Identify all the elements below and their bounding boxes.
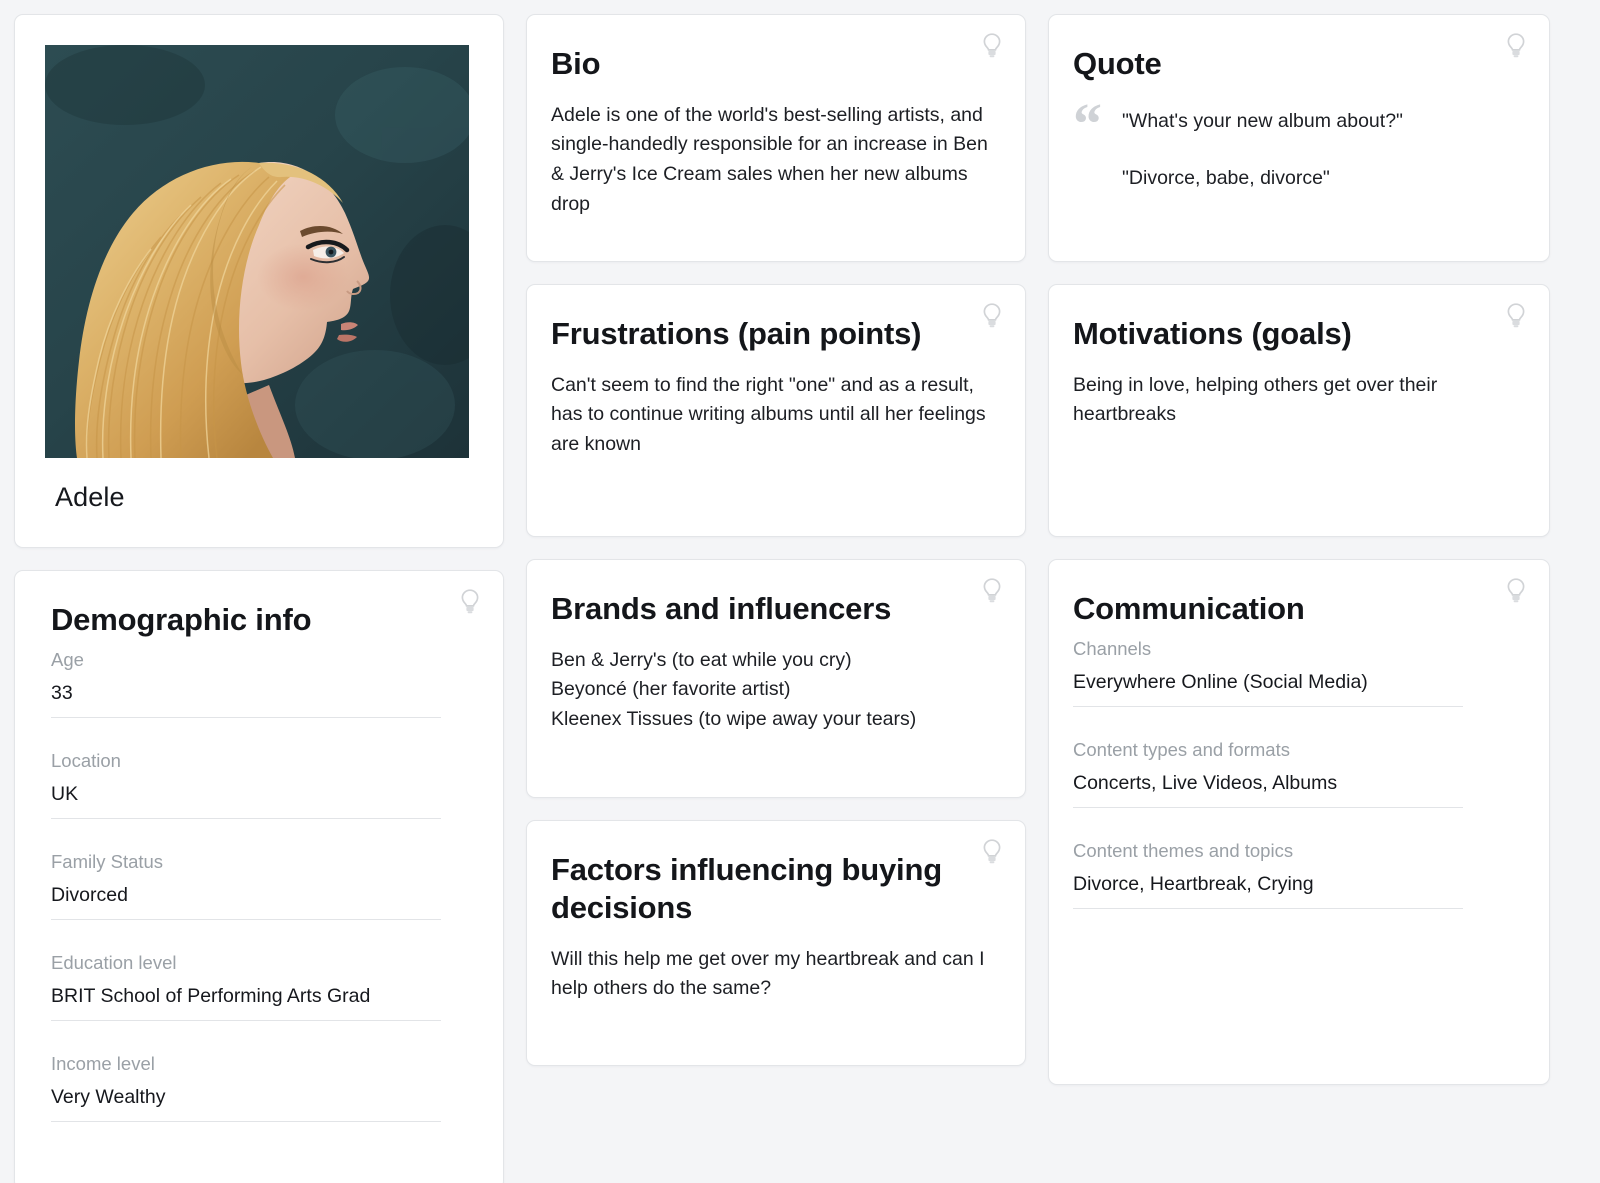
middle-column: Bio Adele is one of the world's best-sel… xyxy=(526,14,1026,1066)
communication-card[interactable]: Communication Channels Everywhere Online… xyxy=(1048,559,1550,1085)
card-body: Adele is one of the world's best-selling… xyxy=(551,103,988,215)
field-row[interactable]: Family Status Divorced xyxy=(51,851,441,926)
lightbulb-icon[interactable] xyxy=(1503,576,1529,606)
factors-influencing-buying-decisions-card[interactable]: Factors influencing buying decisions Wil… xyxy=(526,820,1026,1066)
lightbulb-icon[interactable] xyxy=(457,587,483,617)
field-row[interactable]: Education level BRIT School of Performin… xyxy=(51,952,441,1027)
quote-lines: "What's your new album about?" "Divorce,… xyxy=(1122,101,1403,194)
lightbulb-icon[interactable] xyxy=(1503,31,1529,61)
field-row[interactable]: Income level Very Wealthy xyxy=(51,1053,441,1128)
lightbulb-icon[interactable] xyxy=(979,837,1005,867)
card-title: Factors influencing buying decisions xyxy=(551,852,942,925)
field-value: Everywhere Online (Social Media) xyxy=(1073,671,1463,707)
card-body: Will this help me get over my heartbreak… xyxy=(551,947,985,1000)
field-label: Content themes and topics xyxy=(1073,839,1294,861)
field-row[interactable]: Channels Everywhere Online (Social Media… xyxy=(1073,638,1463,713)
card-title: Bio xyxy=(551,46,601,81)
field-value: Concerts, Live Videos, Albums xyxy=(1073,772,1463,808)
lightbulb-icon[interactable] xyxy=(979,301,1005,331)
field-row[interactable]: Content themes and topics Divorce, Heart… xyxy=(1073,840,1463,915)
card-title: Demographic info xyxy=(51,602,312,637)
card-title: Motivations (goals) xyxy=(1073,316,1352,351)
card-title: Communication xyxy=(1073,591,1305,626)
brands-and-influencers-card[interactable]: Brands and influencers Ben & Jerry's (to… xyxy=(526,559,1026,798)
persona-board: Adele Demographic info Age 33 Location U… xyxy=(0,0,1600,1183)
field-label: Income level xyxy=(51,1052,155,1074)
card-title: Frustrations (pain points) xyxy=(551,316,922,351)
card-body: Ben & Jerry's (to eat while you cry) Bey… xyxy=(551,648,917,731)
card-title: Brands and influencers xyxy=(551,591,892,626)
demographic-info-card[interactable]: Demographic info Age 33 Location UK Fami… xyxy=(14,570,504,1183)
persona-photo xyxy=(45,45,469,458)
field-label: Channels xyxy=(1073,637,1152,659)
field-label: Age xyxy=(51,648,84,670)
field-row[interactable]: Content types and formats Concerts, Live… xyxy=(1073,739,1463,814)
quote-line-2: "Divorce, babe, divorce" xyxy=(1122,167,1330,190)
portrait-illustration xyxy=(45,45,469,458)
field-value: Divorced xyxy=(51,884,441,920)
field-row[interactable]: Location UK xyxy=(51,750,441,825)
motivations-card[interactable]: Motivations (goals) Being in love, helpi… xyxy=(1048,284,1550,537)
field-value: Very Wealthy xyxy=(51,1086,441,1122)
bio-card[interactable]: Bio Adele is one of the world's best-sel… xyxy=(526,14,1026,262)
demographic-fields: Age 33 Location UK Family Status Divorce… xyxy=(51,649,441,1128)
right-column: Quote “ "What's your new album about?" "… xyxy=(1048,14,1550,1085)
frustrations-card[interactable]: Frustrations (pain points) Can't seem to… xyxy=(526,284,1026,537)
quote-card[interactable]: Quote “ "What's your new album about?" "… xyxy=(1048,14,1550,262)
quote-mark-icon: “ xyxy=(1073,90,1102,156)
card-body: Can't seem to find the right "one" and a… xyxy=(551,373,986,456)
persona-photo-card[interactable]: Adele xyxy=(14,14,504,548)
card-title: Quote xyxy=(1073,46,1162,81)
field-label: Location xyxy=(51,749,121,771)
field-value: Divorce, Heartbreak, Crying xyxy=(1073,873,1463,909)
quote-line-1: "What's your new album about?" xyxy=(1122,109,1403,132)
field-value: 33 xyxy=(51,682,441,718)
field-value: BRIT School of Performing Arts Grad xyxy=(51,985,441,1021)
card-body: Being in love, helping others get over t… xyxy=(1073,373,1438,426)
lightbulb-icon[interactable] xyxy=(1503,301,1529,331)
field-row[interactable]: Age 33 xyxy=(51,649,441,724)
lightbulb-icon[interactable] xyxy=(979,576,1005,606)
field-label: Family Status xyxy=(51,850,164,872)
persona-name: Adele xyxy=(55,482,125,512)
lightbulb-icon[interactable] xyxy=(979,31,1005,61)
field-value: UK xyxy=(51,783,441,819)
left-column: Adele Demographic info Age 33 Location U… xyxy=(14,14,504,1183)
communication-fields: Channels Everywhere Online (Social Media… xyxy=(1073,638,1463,915)
field-label: Content types and formats xyxy=(1073,738,1290,760)
field-label: Education level xyxy=(51,951,177,973)
